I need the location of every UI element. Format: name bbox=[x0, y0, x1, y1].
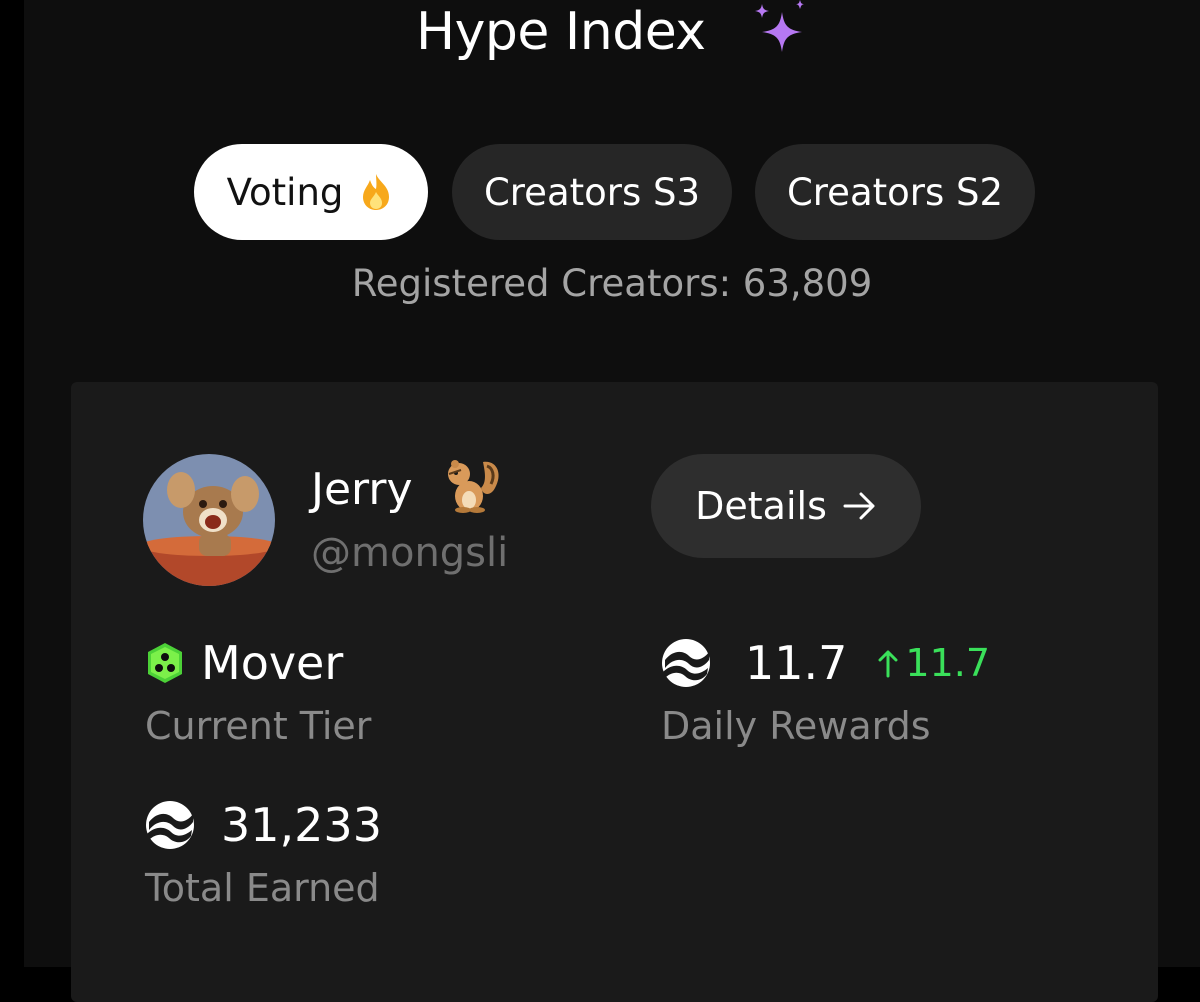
registered-creators-count: Registered Creators: 63,809 bbox=[351, 262, 873, 305]
daily-rewards-label: Daily Rewards bbox=[661, 704, 931, 748]
current-tier-label: Current Tier bbox=[145, 704, 372, 748]
total-earned-stat: 31,233 Total Earned bbox=[145, 798, 382, 910]
app-page: Hype Index Voting Creators S3 Creators S… bbox=[24, 0, 1200, 1002]
sparkles-icon bbox=[755, 0, 804, 52]
daily-rewards-value: 11.7 bbox=[745, 636, 848, 690]
chipmunk-icon bbox=[447, 460, 499, 513]
current-tier-stat: Mover Current Tier bbox=[145, 636, 371, 748]
creator-card: Jerry @mongsli Details Mover Current Tie… bbox=[71, 382, 1158, 1002]
tab-voting[interactable]: Voting bbox=[194, 144, 428, 240]
token-icon bbox=[146, 801, 194, 849]
creator-name-text: Jerry bbox=[311, 464, 413, 515]
daily-rewards-delta: 11.7 bbox=[905, 641, 991, 685]
daily-rewards-stat: 11.7 11.7 Daily Rewards bbox=[661, 636, 990, 748]
tab-creators-s2[interactable]: Creators S2 bbox=[755, 144, 1035, 240]
creator-handle: @mongsli bbox=[311, 530, 509, 576]
creator-name: Jerry bbox=[311, 456, 503, 515]
total-earned-value: 31,233 bbox=[221, 798, 382, 852]
arrow-up-icon bbox=[878, 650, 898, 678]
page-title: Hype Index bbox=[416, 2, 706, 62]
tab-voting-label: Voting bbox=[226, 170, 344, 214]
current-tier-value: Mover bbox=[201, 636, 344, 690]
fire-icon bbox=[363, 174, 390, 210]
details-button[interactable]: Details bbox=[651, 454, 921, 558]
daily-rewards-change: 11.7 bbox=[877, 641, 990, 685]
details-button-label: Details bbox=[695, 484, 827, 528]
total-earned-label: Total Earned bbox=[145, 866, 380, 910]
page-header: Hype Index bbox=[24, 0, 1200, 80]
tier-hexagon-icon bbox=[148, 643, 182, 683]
tab-creators-s3[interactable]: Creators S3 bbox=[452, 144, 732, 240]
avatar[interactable] bbox=[143, 454, 275, 586]
token-icon bbox=[662, 639, 710, 687]
arrow-right-icon bbox=[843, 492, 875, 520]
avatar-image bbox=[143, 454, 275, 586]
